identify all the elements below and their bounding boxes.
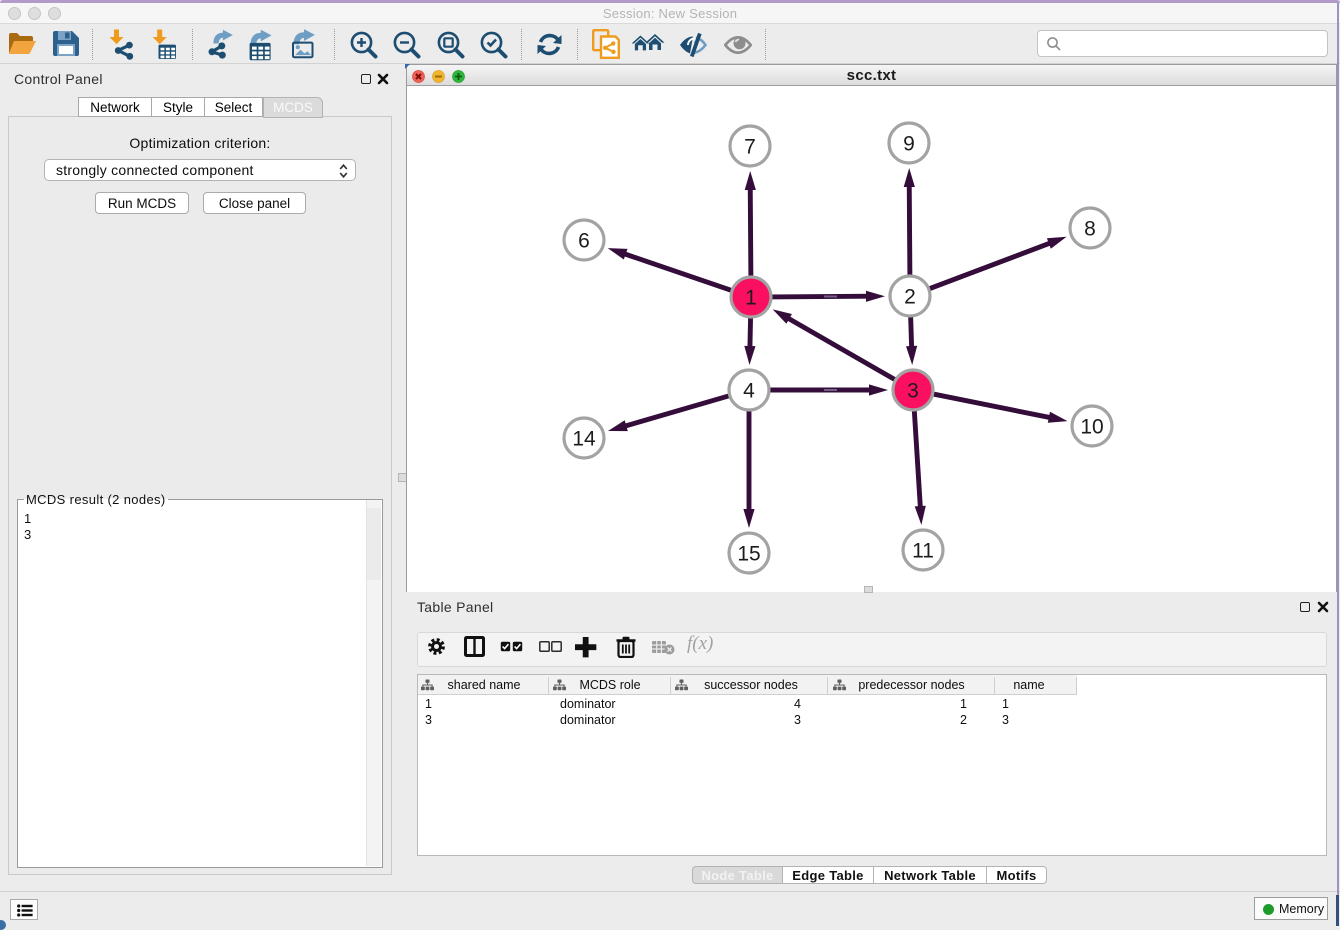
svg-text:6: 6 xyxy=(578,230,590,253)
svg-text:14: 14 xyxy=(572,428,596,451)
svg-text:11: 11 xyxy=(912,540,934,563)
svg-text:15: 15 xyxy=(737,543,760,566)
svg-text:10: 10 xyxy=(1080,416,1103,439)
svg-text:4: 4 xyxy=(743,380,755,403)
svg-text:1: 1 xyxy=(745,287,757,310)
svg-text:8: 8 xyxy=(1084,218,1096,241)
svg-text:3: 3 xyxy=(907,380,919,403)
svg-text:2: 2 xyxy=(904,286,916,309)
svg-text:7: 7 xyxy=(744,136,756,159)
svg-text:9: 9 xyxy=(903,133,915,156)
